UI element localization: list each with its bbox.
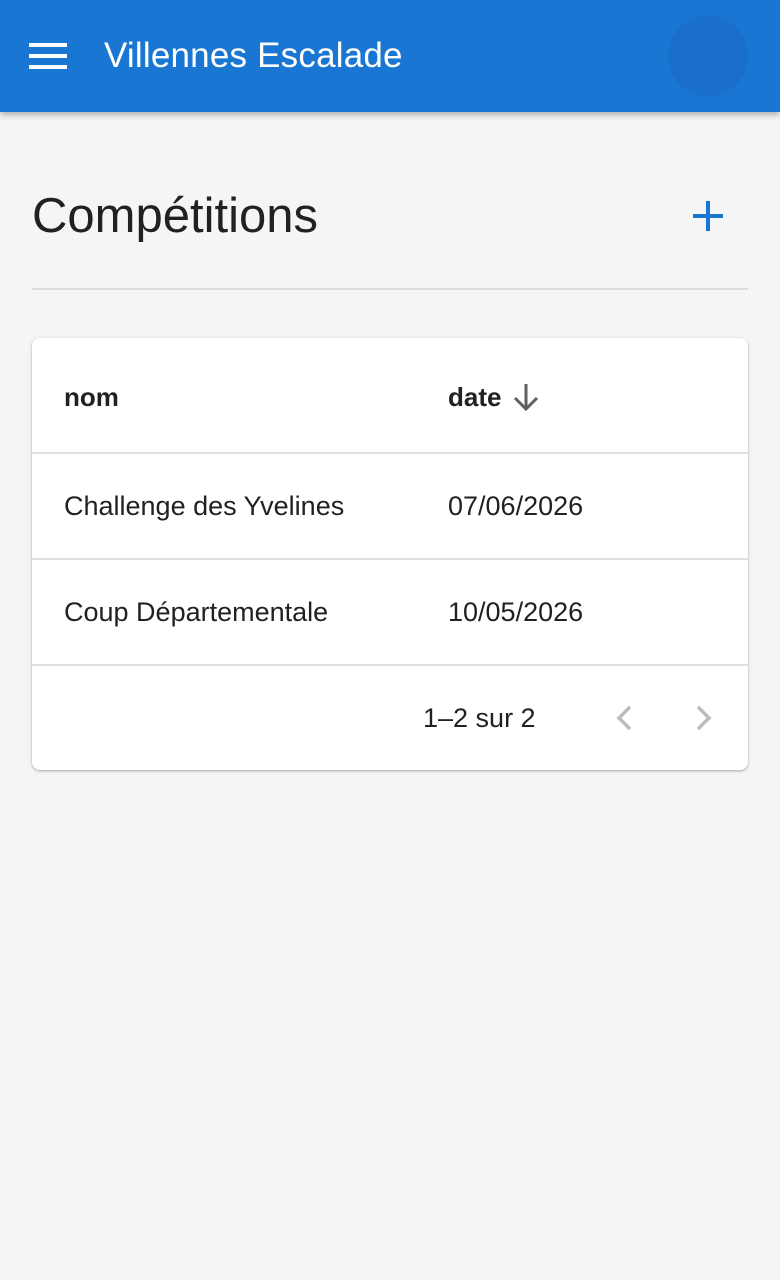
plus-icon: [693, 201, 723, 231]
previous-page-button[interactable]: [592, 686, 656, 750]
next-page-button[interactable]: [672, 686, 736, 750]
app-bar: Villennes Escalade: [0, 0, 780, 112]
divider: [32, 288, 748, 290]
cell-nom: Challenge des Yvelines: [64, 490, 345, 521]
menu-icon: [29, 43, 67, 69]
table-header-row: nom date: [32, 338, 748, 454]
chevron-left-icon: [616, 705, 632, 731]
table-row[interactable]: Coup Départementale 10/05/2026: [32, 560, 748, 666]
page-title: Compétitions: [32, 189, 318, 243]
menu-button[interactable]: [16, 24, 80, 88]
table-pagination: 1–2 sur 2: [32, 666, 748, 770]
arrow-down-icon[interactable]: [513, 383, 539, 411]
column-header-nom[interactable]: nom: [64, 338, 119, 454]
column-header-label: nom: [64, 381, 119, 412]
add-competition-button[interactable]: [676, 184, 740, 248]
column-header-date[interactable]: date: [448, 338, 539, 454]
avatar[interactable]: [668, 16, 748, 96]
column-header-label: date: [448, 381, 502, 412]
app-title: Villennes Escalade: [104, 36, 403, 75]
competitions-table: nom date Challenge des Yvelines 07/06/20…: [32, 338, 748, 770]
page-header: Compétitions: [32, 160, 748, 288]
cell-date: 07/06/2026: [448, 490, 584, 521]
cell-nom: Coup Départementale: [64, 596, 329, 627]
table-row[interactable]: Challenge des Yvelines 07/06/2026: [32, 454, 748, 560]
cell-date: 10/05/2026: [448, 596, 584, 627]
pagination-label: 1–2 sur 2: [423, 703, 536, 733]
chevron-right-icon: [696, 705, 712, 731]
